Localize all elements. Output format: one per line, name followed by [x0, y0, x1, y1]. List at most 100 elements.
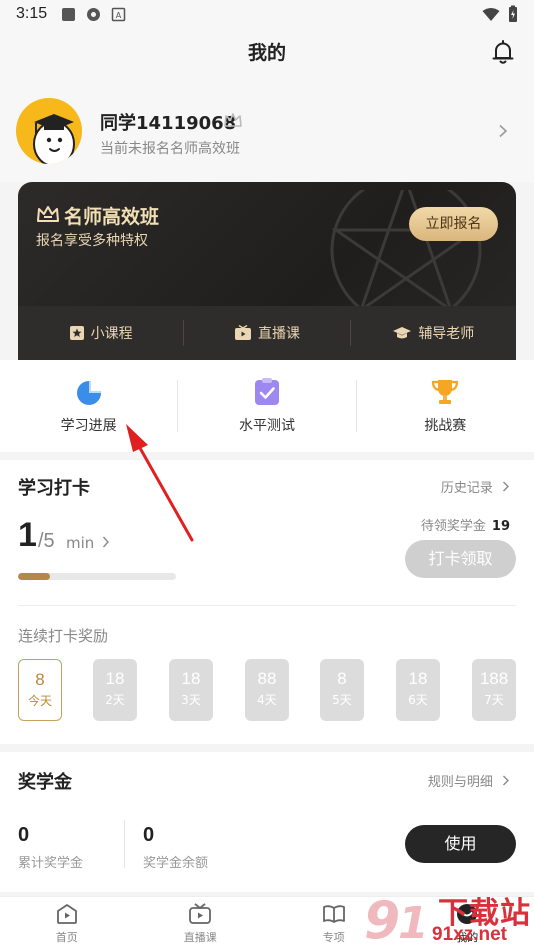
streak-day-3[interactable]: 18 3天 — [169, 659, 213, 721]
star-book-icon — [69, 326, 84, 340]
streak-days: 8 今天 18 2天 18 3天 88 4天 8 5天 18 6天 188 7天 — [18, 659, 516, 723]
divider — [18, 605, 516, 606]
progress-fill — [18, 573, 50, 580]
pie-chart-icon — [76, 379, 103, 405]
pending-value: 19 — [491, 519, 510, 534]
crown-outline-icon — [224, 113, 242, 127]
status-bar: 3:15 A — [0, 0, 534, 28]
status-indicators — [482, 5, 518, 23]
checkin-target: /5 — [38, 530, 55, 552]
graduation-cap-icon — [393, 327, 412, 339]
day-value: 18 — [181, 669, 201, 688]
streak-day-2[interactable]: 18 2天 — [93, 659, 137, 721]
day-label: 4天 — [257, 693, 277, 707]
aperture-icon — [87, 7, 101, 21]
perk-live[interactable]: 直播课 — [184, 323, 349, 343]
app-square-icon — [62, 7, 76, 21]
streak-day-6[interactable]: 18 6天 — [396, 659, 440, 721]
streak-day-1[interactable]: 8 今天 — [18, 659, 62, 721]
scholarship-title: 奖学金 — [18, 772, 72, 793]
use-button[interactable]: 使用 — [405, 825, 516, 863]
enroll-button[interactable]: 立即报名 — [409, 207, 498, 241]
day-value: 88 — [257, 669, 277, 688]
perk-label: 小课程 — [90, 326, 133, 342]
vip-title: 名师高效班 — [64, 206, 160, 228]
quick-level-test[interactable]: 水平测试 — [178, 377, 355, 435]
quick-label: 挑战赛 — [424, 418, 467, 434]
perk-tutor[interactable]: 辅导老师 — [351, 323, 516, 343]
bell-icon[interactable] — [490, 39, 516, 65]
crown-icon — [37, 206, 59, 222]
checkin-current: 1 — [18, 516, 37, 554]
day-value: 18 — [105, 669, 125, 688]
pending-label: 待领奖学金 — [420, 519, 486, 534]
streak-day-5[interactable]: 8 5天 — [320, 659, 364, 721]
checkin-card: 学习打卡 历史记录 1 /5 min 待领奖学金 19 打卡领取 连续打卡奖励 8… — [0, 460, 534, 744]
vip-card[interactable]: 名师高效班 报名享受多种特权 立即报名 小课程 直播课 辅导老师 — [18, 182, 516, 360]
watermark-url: 91xz.net — [432, 924, 507, 945]
wifi-icon — [482, 7, 500, 21]
vip-subtitle: 报名享受多种特权 — [36, 233, 148, 249]
perk-label: 直播课 — [257, 326, 300, 342]
tab-label: 直播课 — [183, 931, 217, 944]
divider — [124, 820, 125, 868]
day-value: 188 — [479, 669, 509, 688]
page-title: 我的 — [247, 42, 286, 64]
checkin-unit[interactable]: min — [66, 534, 110, 552]
quick-challenge[interactable]: 挑战赛 — [357, 377, 534, 435]
total-scholarship-label: 累计奖学金 — [18, 856, 84, 871]
rules-link-label: 规则与明细 — [427, 775, 493, 790]
history-link[interactable]: 历史记录 — [441, 477, 510, 496]
rules-link[interactable]: 规则与明细 — [428, 771, 510, 790]
chevron-right-icon — [103, 536, 110, 548]
day-label: 3天 — [181, 693, 201, 707]
svg-text:A: A — [116, 11, 122, 20]
chevron-right-icon — [503, 481, 509, 492]
checkin-title: 学习打卡 — [18, 478, 90, 499]
tv-icon — [189, 903, 212, 924]
battery-icon — [509, 5, 517, 22]
quick-label: 学习进展 — [60, 418, 117, 434]
claim-button[interactable]: 打卡领取 — [405, 540, 516, 578]
perk-label: 辅导老师 — [418, 326, 475, 342]
streak-day-7[interactable]: 188 7天 — [472, 659, 516, 721]
avatar-face-icon — [33, 114, 75, 164]
day-label: 2天 — [105, 693, 125, 707]
day-label: 今天 — [27, 694, 52, 708]
quick-learning-progress[interactable]: 学习进展 — [0, 377, 177, 435]
play-home-icon — [56, 904, 77, 924]
vip-perks: 小课程 直播课 辅导老师 — [18, 306, 516, 360]
history-link-label: 历史记录 — [440, 481, 493, 496]
balance-value: 0 — [143, 824, 155, 846]
streak-day-4[interactable]: 88 4天 — [245, 659, 289, 721]
streak-title: 连续打卡奖励 — [18, 627, 109, 645]
book-icon — [322, 905, 345, 923]
day-value: 8 — [337, 669, 347, 688]
day-label: 5天 — [332, 693, 352, 707]
tab-label: 首页 — [55, 931, 78, 944]
perk-mini-course[interactable]: 小课程 — [18, 323, 183, 343]
tab-live[interactable]: 直播课 — [134, 897, 268, 950]
tab-home[interactable]: 首页 — [0, 897, 134, 950]
chevron-right-icon[interactable] — [498, 124, 508, 138]
profile-row[interactable]: 同学14119068 当前未报名名师高效班 — [0, 74, 534, 182]
svg-text:1: 1 — [398, 898, 429, 949]
scholarship-card: 奖学金 规则与明细 0 累计奖学金 0 奖学金余额 使用 — [0, 752, 534, 892]
day-value: 18 — [408, 669, 428, 688]
avatar[interactable] — [16, 98, 82, 164]
balance-label: 奖学金余额 — [143, 856, 209, 871]
trophy-icon — [432, 380, 459, 404]
live-tv-icon — [234, 325, 251, 340]
day-value: 8 — [35, 670, 45, 689]
day-label: 7天 — [484, 693, 504, 707]
day-label: 6天 — [408, 693, 428, 707]
total-scholarship-value: 0 — [18, 824, 30, 846]
quick-label: 水平测试 — [238, 418, 295, 434]
status-time: 3:15 — [16, 5, 48, 22]
font-a-icon: A — [111, 7, 126, 21]
checkin-unit-label: min — [66, 534, 95, 552]
header: 我的 — [0, 28, 534, 74]
quick-actions: 学习进展 水平测试 挑战赛 — [0, 360, 534, 452]
user-subtitle: 当前未报名名师高效班 — [100, 141, 240, 157]
clipboard-check-icon — [254, 378, 279, 405]
